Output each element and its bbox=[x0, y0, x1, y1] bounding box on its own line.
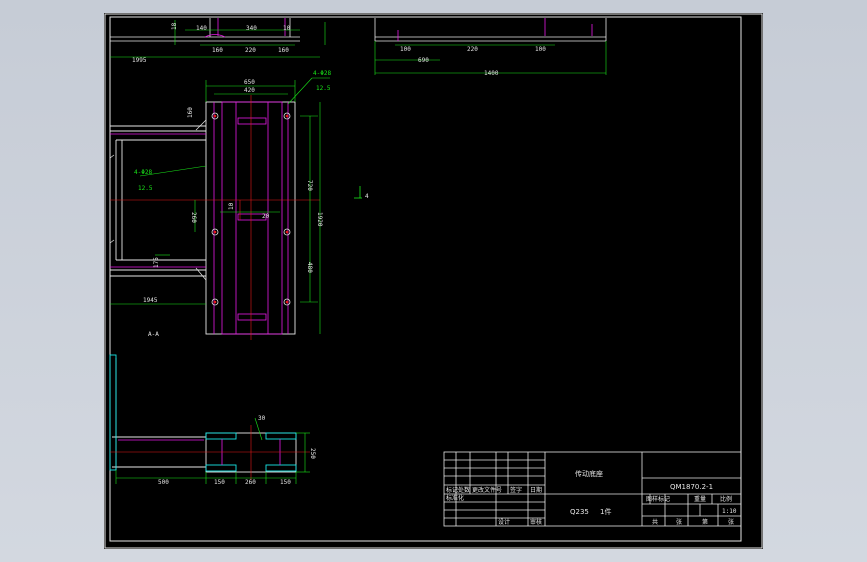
plan-dim-420: 420 bbox=[244, 87, 255, 94]
plan-dim-20: 20 bbox=[262, 213, 270, 220]
std-label: 标准化 bbox=[446, 494, 464, 502]
hole-spec-left-sub: 12.5 bbox=[138, 185, 153, 192]
sheet-label-4: 张 bbox=[728, 518, 734, 526]
front-dim-250: 250 bbox=[309, 448, 316, 459]
title-block[interactable]: 传动底座 QM1870.2-1 Q235 1件 图样标记 重量 比例 1:10 … bbox=[443, 451, 742, 527]
scale-header-2: 重量 bbox=[694, 495, 706, 503]
rev-label-1: 标记 bbox=[446, 486, 458, 494]
hole-spec-left: 4-Φ28 bbox=[134, 169, 152, 176]
part-name: 传动底座 bbox=[575, 469, 603, 478]
plan-dim-160: 160 bbox=[187, 107, 194, 118]
side-dim-total: 1400 bbox=[484, 70, 499, 77]
plan-dim-720: 720 bbox=[306, 180, 313, 191]
front-view[interactable]: 500 150 260 150 250 30 bbox=[109, 354, 316, 486]
sheet-label-1: 共 bbox=[652, 518, 658, 526]
review-label: 审核 bbox=[530, 518, 542, 526]
plan-view[interactable]: 650 420 4-Φ28 12.5 4-Φ28 12.5 720 1920 4… bbox=[109, 70, 369, 340]
scale-header-3: 比例 bbox=[720, 495, 732, 503]
plan-dim-175: 175 bbox=[153, 257, 160, 268]
plan-dim-260: 260 bbox=[190, 212, 197, 223]
material: Q235 bbox=[570, 508, 589, 516]
dim-top-4: 18 bbox=[171, 22, 178, 30]
view-marker-arrow bbox=[354, 186, 362, 199]
side-dim-3: 100 bbox=[535, 46, 546, 53]
rev-label-2: 处数 bbox=[458, 486, 470, 494]
dim-mid-3: 160 bbox=[278, 47, 289, 54]
plan-dim-650: 650 bbox=[244, 79, 255, 86]
quantity-label: 1件 bbox=[600, 507, 611, 516]
dim-top-1: 140 bbox=[196, 25, 207, 32]
rev-label-5: 日期 bbox=[530, 486, 542, 494]
dim-top-3: 10 bbox=[283, 25, 291, 32]
side-dim-left: 690 bbox=[418, 57, 429, 64]
scale-value: 1:10 bbox=[722, 508, 737, 515]
side-dim-2: 220 bbox=[467, 46, 478, 53]
dim-top-2: 340 bbox=[246, 25, 257, 32]
side-view-top[interactable]: 100 220 100 690 1400 bbox=[374, 18, 607, 77]
front-dim-150a: 150 bbox=[214, 479, 225, 486]
drawing-number: QM1870.2-1 bbox=[670, 483, 713, 491]
view-marker: 4 bbox=[365, 193, 369, 200]
dim-mid-1: 160 bbox=[212, 47, 223, 54]
front-dim-30: 30 bbox=[258, 415, 266, 422]
side-dim-1: 100 bbox=[400, 46, 411, 53]
rev-label-3: 更改文件号 bbox=[472, 486, 502, 494]
dim-total: 1995 bbox=[132, 57, 147, 64]
section-label: A-A bbox=[148, 331, 159, 338]
sheet-label-2: 张 bbox=[676, 518, 682, 526]
plan-dim-1920: 1920 bbox=[316, 212, 323, 227]
inner-frame bbox=[109, 16, 742, 542]
design-label: 设计 bbox=[498, 518, 510, 526]
plan-dim-480: 480 bbox=[306, 262, 313, 273]
scale-header-1: 图样标记 bbox=[646, 495, 670, 503]
front-dim-150b: 150 bbox=[280, 479, 291, 486]
hole-spec-top: 4-Φ28 bbox=[313, 70, 331, 77]
dim-mid-2: 220 bbox=[245, 47, 256, 54]
top-view[interactable]: 140 340 10 18 160 220 160 1995 bbox=[110, 18, 326, 64]
cad-drawing-canvas[interactable]: 140 340 10 18 160 220 160 1995 100 220 1… bbox=[0, 0, 867, 562]
drawing-border bbox=[104, 13, 763, 549]
front-dim-260: 260 bbox=[245, 479, 256, 486]
rev-label-4: 签字 bbox=[510, 486, 522, 494]
sheet-label-3: 第 bbox=[702, 518, 708, 526]
front-dim-500: 500 bbox=[158, 479, 169, 486]
plan-dim-10: 10 bbox=[228, 202, 235, 210]
plan-dim-1945: 1945 bbox=[143, 297, 158, 304]
hole-spec-top-sub: 12.5 bbox=[316, 85, 331, 92]
